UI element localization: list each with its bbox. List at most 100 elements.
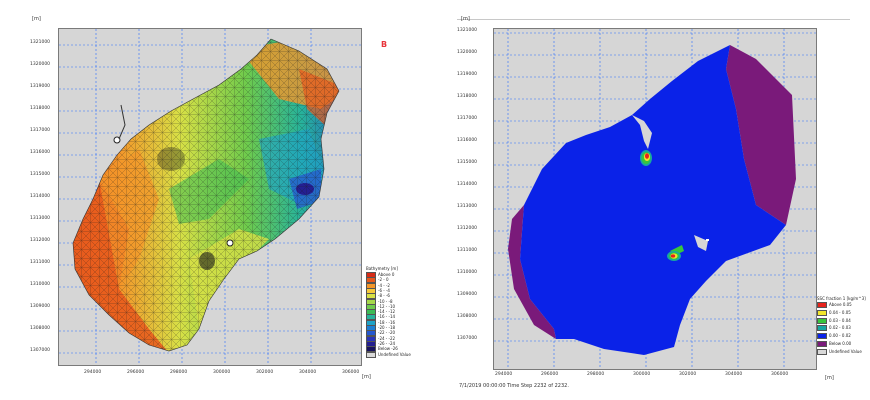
y-tick-label: 1308000	[457, 314, 478, 319]
bathymetry-map[interactable]	[58, 28, 362, 366]
y-tick-label: 1311000	[457, 248, 478, 253]
x-tick-label: 298000	[587, 372, 605, 377]
x-tick-label: 304000	[725, 372, 743, 377]
plume-south-core	[670, 254, 676, 258]
legend-item: -26 - -24	[366, 340, 396, 347]
legend-item: -10 - -8	[366, 298, 393, 305]
legend-item: Undefined Value	[366, 351, 411, 358]
legend-item: -6 - -4	[366, 287, 390, 294]
x-tick-label: 296000	[541, 372, 559, 377]
legend-label: -2 - 0	[378, 277, 389, 283]
y-tick-label: 1314000	[30, 194, 51, 199]
ssc-map-svg	[494, 29, 816, 369]
bathymetry-legend: Bathymetry [m] Above 0 -2 - 0 -4 - -2 -6 - …	[366, 266, 418, 358]
x-tick-label: 296000	[127, 370, 145, 375]
y-tick-label: 1321000	[457, 28, 478, 33]
plume-north-core	[645, 153, 649, 159]
y-tick-label: 1316000	[457, 138, 478, 143]
legend-label: -16 - -14	[378, 314, 396, 320]
legend-label: Above 0	[378, 272, 395, 277]
y-tick-label: 1313000	[30, 216, 51, 221]
legend-label: -26 - -24	[378, 340, 396, 346]
y-tick-label: 1317000	[30, 128, 51, 133]
legend-label: -4 - -2	[378, 282, 390, 288]
ssc-map[interactable]	[493, 28, 817, 370]
x-unit-label: [m]	[362, 374, 371, 380]
y-tick-label: 1308000	[30, 326, 51, 331]
legend-item: -18 - -16	[366, 319, 395, 326]
legend-label: -14 - -12	[378, 309, 396, 315]
x-tick-label: 302000	[679, 372, 697, 377]
legend-item: Above 0	[366, 272, 395, 278]
legend-item: Below -26	[366, 346, 398, 353]
x-tick-label: 298000	[170, 370, 188, 375]
legend-label: Above 0.05	[829, 302, 852, 307]
top-rule	[457, 19, 850, 20]
x-tick-label: 302000	[256, 370, 274, 375]
legend-label: -8 - -6	[378, 293, 390, 299]
legend-label: -10 - -8	[378, 298, 393, 304]
y-tick-label: 1309000	[30, 304, 51, 309]
y-tick-label: 1307000	[30, 348, 51, 353]
x-tick-label: 306000	[342, 370, 360, 375]
legend-item: -22 - -20	[366, 330, 395, 337]
ssc-legend: SSC fraction 1 [kg/m^3] Above 0.05 0.04 -…	[817, 296, 869, 360]
legend-item: Below 0.00	[817, 341, 851, 347]
legend-swatch	[817, 302, 827, 308]
y-tick-label: 1315000	[30, 172, 51, 177]
y-tick-label: 1312000	[457, 226, 478, 231]
legend-label: Undefined Value	[829, 348, 862, 354]
lake-bathymetry	[73, 39, 339, 351]
legend-item: 0.03 - 0.04	[817, 317, 851, 324]
x-tick-label: 294000	[495, 372, 513, 377]
time-step-status: 7/1/2019 00:00:00 Time Step 2232 of 2232…	[459, 383, 569, 389]
legend-item: 0.02 - 0.03	[817, 325, 851, 332]
legend-label: Below -26	[378, 346, 398, 352]
legend-swatch	[817, 317, 827, 324]
legend-label: -6 - -4	[378, 287, 390, 293]
legend-label: 0.03 - 0.04	[829, 317, 851, 323]
legend-swatch	[817, 348, 827, 355]
legend-label: Undefined Value	[378, 351, 411, 357]
y-tick-label: 1320000	[457, 50, 478, 55]
legend-title: Bathymetry [m]	[366, 266, 398, 271]
legend-label: -20 - -18	[378, 325, 396, 330]
y-tick-label: 1311000	[30, 260, 51, 265]
x-tick-label: 304000	[299, 370, 317, 375]
y-tick-label: 1310000	[30, 282, 51, 287]
legend-item: -20 - -18	[366, 325, 396, 331]
legend-label: -12 - -10	[378, 303, 396, 309]
x-tick-label: 300000	[213, 370, 231, 375]
legend-item: -24 - -22	[366, 335, 396, 342]
y-unit-label: [m]	[32, 16, 41, 22]
legend-label: -24 - -22	[378, 335, 396, 341]
legend-swatch	[817, 341, 827, 347]
y-tick-label: 1316000	[30, 150, 51, 155]
legend-title: SSC fraction 1 [kg/m^3]	[817, 296, 866, 301]
legend-item: 0.00 - 0.02	[817, 333, 851, 340]
y-tick-label: 1321000	[30, 40, 51, 45]
legend-label: 0.00 - 0.02	[829, 333, 851, 339]
legend-swatch	[817, 309, 827, 316]
legend-item: -8 - -6	[366, 293, 390, 300]
legend-item: -14 - -12	[366, 309, 396, 316]
y-tick-label: 1320000	[30, 62, 51, 67]
x-tick-label: 300000	[633, 372, 651, 377]
legend-item: Undefined Value	[817, 348, 862, 355]
legend-item: -16 - -14	[366, 314, 396, 321]
y-tick-label: 1307000	[457, 336, 478, 341]
legend-swatch	[366, 351, 376, 358]
ssc-map-panel: [m] SSC fraction 1 [kg/m^3] Above 0.05 0…	[445, 0, 870, 400]
y-tick-label: 1319000	[457, 72, 478, 77]
y-tick-label: 1309000	[457, 292, 478, 297]
y-unit-label: [m]	[461, 16, 470, 22]
legend-label: 0.02 - 0.03	[829, 325, 851, 331]
legend-swatch	[817, 333, 827, 340]
y-tick-label: 1317000	[457, 116, 478, 121]
legend-item: 0.04 - 0.05	[817, 309, 851, 316]
legend-swatch	[817, 325, 827, 332]
legend-item: -4 - -2	[366, 282, 390, 289]
panel-tag: B	[381, 40, 388, 49]
y-tick-label: 1315000	[457, 160, 478, 165]
bathymetry-map-svg	[59, 29, 361, 365]
